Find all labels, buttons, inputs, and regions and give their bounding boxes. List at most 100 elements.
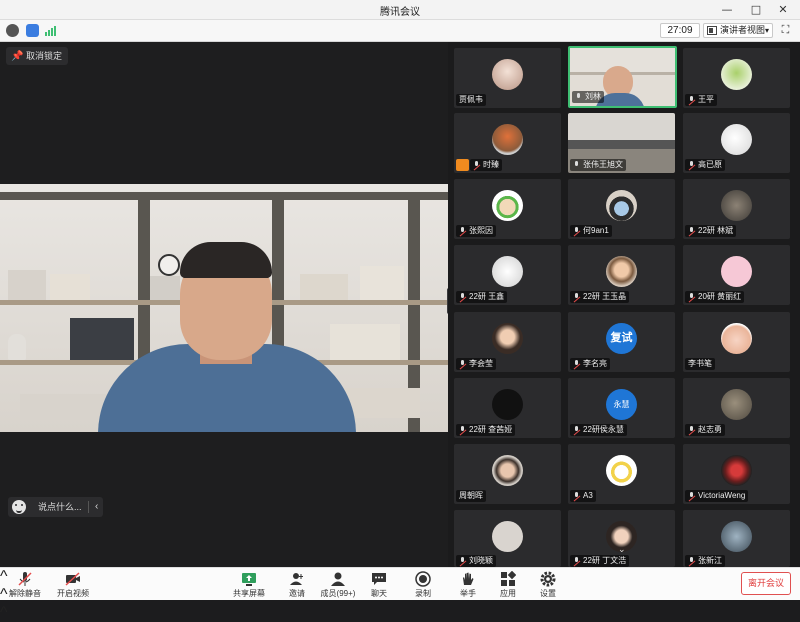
avatar — [721, 124, 752, 155]
speaker-video — [0, 184, 448, 432]
mic-muted-icon — [688, 161, 695, 169]
apps-button[interactable]: 应用 — [490, 568, 526, 601]
mic-muted-icon — [688, 426, 695, 434]
raise-hand-button[interactable]: 举手 — [450, 568, 486, 601]
mic-muted-icon — [573, 360, 580, 368]
unlock-button[interactable]: 📌 取消锁定 — [6, 47, 69, 65]
participant-tile[interactable]: 赵志勇 — [683, 378, 790, 438]
leave-meeting-button[interactable]: 离开会议 — [741, 572, 791, 595]
participant-tile[interactable]: 张伟王旭文 — [568, 113, 675, 173]
meeting-info-bar: 27:09 演讲者视图 ▾ ⛶ — [0, 20, 800, 42]
participant-tile[interactable]: 李书笔 — [683, 312, 790, 372]
mic-muted-icon — [459, 426, 466, 434]
speaker-view-icon — [707, 26, 717, 35]
participant-name: 时臻 — [470, 159, 502, 171]
signal-icon[interactable] — [44, 24, 57, 37]
avatar — [721, 455, 752, 486]
participant-name: VictoriaWeng — [685, 490, 749, 502]
participant-name: 张熙因 — [456, 225, 496, 237]
participant-tile[interactable]: 22研 王鑫 — [454, 245, 561, 305]
avatar — [492, 323, 523, 354]
speaker-view: 📌 取消锁定 说点什么... ‹ — [0, 42, 448, 567]
participant-tile[interactable]: 22研 查茜娅 — [454, 378, 561, 438]
video-options-chevron[interactable]: ^ — [0, 586, 800, 604]
settings-button[interactable]: 设置 — [530, 568, 566, 601]
participant-tile[interactable]: 20研 黄丽红 — [683, 245, 790, 305]
participant-tile[interactable]: 复试 李名亮 — [568, 312, 675, 372]
participant-tile[interactable]: A3 — [568, 444, 675, 504]
participant-tile[interactable]: 何9an1 — [568, 179, 675, 239]
participant-tile[interactable]: ⌄ 22研 丁文浩 — [568, 510, 675, 567]
share-options-chevron[interactable]: ^ — [0, 604, 800, 622]
mic-muted-icon — [573, 293, 580, 301]
emoji-icon[interactable] — [12, 500, 26, 514]
participant-tile[interactable]: 李会莹 — [454, 312, 561, 372]
fullscreen-icon[interactable]: ⛶ — [779, 24, 792, 37]
participant-name: 22研 查茜娅 — [456, 424, 516, 436]
share-screen-button[interactable]: 共享屏幕 — [230, 568, 268, 601]
participant-tile[interactable]: 22研 林斌 — [683, 179, 790, 239]
mic-muted-icon — [688, 492, 695, 500]
user-icon — [456, 159, 469, 171]
participant-tile[interactable]: 周朝晖 — [454, 444, 561, 504]
participant-name: 何9an1 — [570, 225, 612, 237]
participant-name: 刘晓颖 — [456, 555, 496, 567]
gear-icon — [540, 571, 556, 587]
mic-muted-icon — [688, 227, 695, 235]
invite-button[interactable]: 邀请 — [279, 568, 315, 601]
participant-name: 20研 黄丽红 — [685, 291, 745, 303]
participant-tile-active[interactable]: 刘林 — [568, 46, 677, 108]
participant-tile[interactable]: VictoriaWeng — [683, 444, 790, 504]
participant-tile[interactable]: 张新江 — [683, 510, 790, 567]
record-button[interactable]: 录制 — [405, 568, 441, 601]
chat-button[interactable]: 聊天 — [361, 568, 397, 601]
participant-name: 李会莹 — [456, 358, 496, 370]
participant-tile[interactable]: 高已原 — [683, 113, 790, 173]
scroll-down-icon[interactable]: ⌄ — [618, 544, 626, 555]
avatar — [721, 190, 752, 221]
participant-name: 李名亮 — [570, 358, 610, 370]
avatar — [492, 521, 523, 552]
participant-name: A3 — [570, 490, 596, 502]
chat-input[interactable]: 说点什么... ‹ — [8, 497, 103, 517]
mic-muted-icon — [459, 557, 466, 565]
avatar — [721, 389, 752, 420]
info-icon[interactable] — [6, 24, 19, 37]
participant-name: 22研 林斌 — [685, 225, 737, 237]
participant-name: 张新江 — [685, 555, 725, 567]
avatar — [492, 389, 523, 420]
participant-tile[interactable]: 永慧 22研侯永慧 — [568, 378, 675, 438]
participant-name: 周朝晖 — [456, 490, 486, 502]
participant-name: 22研侯永慧 — [570, 424, 627, 436]
participant-name: 贾佩韦 — [456, 94, 486, 106]
participant-tile[interactable]: 22研 王玉晶 — [568, 245, 675, 305]
chat-placeholder: 说点什么... — [38, 502, 82, 512]
mic-muted-icon — [573, 492, 580, 500]
avatar — [492, 190, 523, 221]
participant-tile[interactable]: 张熙因 — [454, 179, 561, 239]
apps-icon — [501, 571, 516, 586]
avatar: 永慧 — [606, 389, 637, 420]
chat-icon — [372, 573, 386, 585]
participant-name: 张伟王旭文 — [570, 159, 626, 171]
shield-icon[interactable] — [26, 24, 39, 37]
avatar — [606, 256, 637, 287]
participant-tile[interactable]: 贾佩韦 — [454, 48, 561, 108]
start-video-button[interactable]: 开启视频 — [54, 568, 92, 601]
audio-options-chevron[interactable]: ^ — [0, 568, 800, 586]
unmute-button[interactable]: 解除静音 — [6, 568, 44, 601]
chevron-down-icon: ▾ — [764, 26, 769, 35]
mic-muted-icon — [18, 572, 32, 586]
participant-tile[interactable]: 刘晓颖 — [454, 510, 561, 567]
share-screen-icon — [242, 573, 256, 586]
chevron-left-icon[interactable]: ‹ — [95, 497, 98, 517]
maximize-button[interactable]: □ — [745, 2, 767, 18]
view-mode-dropdown[interactable]: 演讲者视图 ▾ — [703, 23, 773, 38]
add-user-icon — [290, 573, 303, 585]
participant-tile[interactable]: 时臻 — [454, 113, 561, 173]
participant-tile[interactable]: 王平 — [683, 48, 790, 108]
close-button[interactable]: ✕ — [772, 2, 794, 18]
members-button[interactable]: 成员(99+) — [317, 568, 359, 601]
avatar — [606, 455, 637, 486]
minimize-button[interactable]: — — [716, 2, 738, 18]
